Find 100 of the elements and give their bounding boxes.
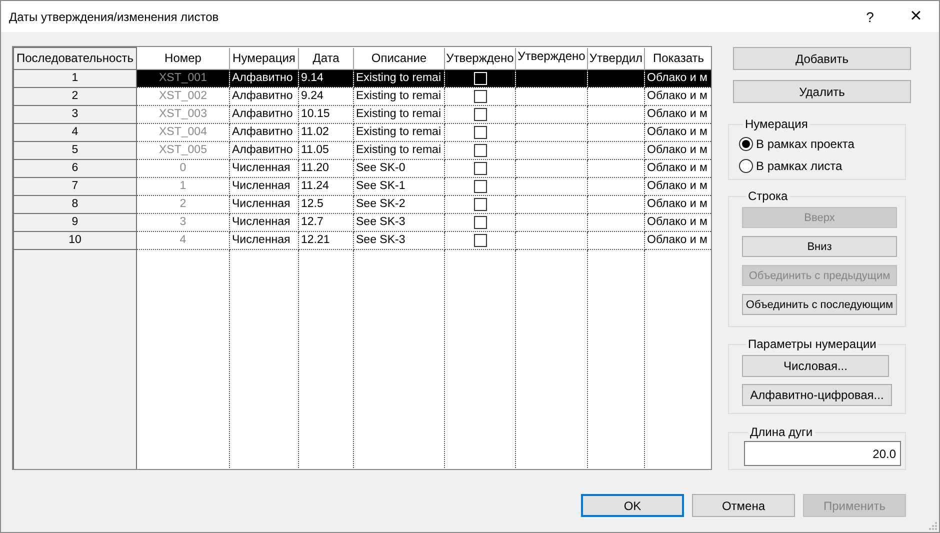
table-cell: Existing to remai <box>354 87 444 105</box>
radio-icon[interactable] <box>739 159 753 173</box>
table-cell: XST_001 <box>136 69 230 87</box>
table-cell: 11.20 <box>298 159 354 177</box>
table-cell: 12.5 <box>298 195 354 213</box>
table-cell: 3 <box>136 213 230 231</box>
numbering-button[interactable]: Числовая... <box>742 355 889 377</box>
group-label: Нумерация <box>744 117 809 131</box>
table-cell: Облако и м <box>644 177 711 195</box>
checkbox[interactable] <box>474 198 486 210</box>
table-cell: 1 <box>136 177 230 195</box>
table-cell: 9.24 <box>298 87 354 105</box>
group-label: Длина дуги <box>749 425 814 439</box>
radio-label: В рамках проекта <box>756 137 854 151</box>
column-header[interactable]: Утверждено <box>444 48 516 69</box>
row-header[interactable]: 7 <box>14 177 136 195</box>
column-header[interactable]: Утвердил <box>588 48 644 69</box>
table-cell: See SK-0 <box>354 159 444 177</box>
checkbox[interactable] <box>474 108 486 120</box>
table-cell: Алфавитно <box>230 123 298 141</box>
row-header[interactable]: 2 <box>14 87 136 105</box>
table-cell: Existing to remai <box>354 123 444 141</box>
table-cell: XST_002 <box>136 87 230 105</box>
radio-label: В рамках листа <box>756 159 842 173</box>
input-field[interactable]: 20.0 <box>744 441 901 466</box>
column-header[interactable]: Описание <box>354 48 444 69</box>
table-cell: See SK-1 <box>354 177 444 195</box>
column-header[interactable]: Дата <box>298 48 354 69</box>
dialog-button[interactable]: Отмена <box>692 494 795 517</box>
checkbox[interactable] <box>474 144 486 156</box>
row-header[interactable]: 8 <box>14 195 136 213</box>
table-cell: Облако и м <box>644 69 711 87</box>
help-button[interactable]: ? <box>847 1 893 32</box>
column-header[interactable]: Утверждено <box>516 48 588 69</box>
table-cell: Existing to remai <box>354 105 444 123</box>
table-cell: 11.24 <box>298 177 354 195</box>
window-title: Даты утверждения/изменения листов <box>8 10 220 24</box>
table-cell: Численная <box>230 177 298 195</box>
row-header[interactable]: 6 <box>14 159 136 177</box>
column-header[interactable]: Нумерация <box>230 48 298 69</box>
row-header[interactable]: 10 <box>14 231 136 249</box>
table-cell: XST_004 <box>136 123 230 141</box>
row-button[interactable]: Вниз <box>742 236 897 257</box>
table-cell: Облако и м <box>644 141 711 159</box>
checkbox[interactable] <box>474 162 486 174</box>
table-cell: Алфавитно <box>230 69 298 87</box>
row-header[interactable]: 5 <box>14 141 136 159</box>
table-cell: Алфавитно <box>230 87 298 105</box>
table-cell: 2 <box>136 195 230 213</box>
row-header[interactable]: 3 <box>14 105 136 123</box>
table-cell: Облако и м <box>644 195 711 213</box>
table-cell: Численная <box>230 213 298 231</box>
close-button[interactable]: × <box>893 1 939 32</box>
table-cell: See SK-2 <box>354 195 444 213</box>
table-cell: 11.05 <box>298 141 354 159</box>
radio-icon[interactable] <box>739 137 753 151</box>
table-cell: 12.7 <box>298 213 354 231</box>
column-header[interactable]: Номер <box>136 48 230 69</box>
table-cell: Облако и м <box>644 159 711 177</box>
group-label: Строка <box>747 189 789 203</box>
checkbox[interactable] <box>474 216 486 228</box>
table-cell: Облако и м <box>644 123 711 141</box>
table-cell: Existing to remai <box>354 141 444 159</box>
table-cell: XST_003 <box>136 105 230 123</box>
action-button[interactable]: Добавить <box>733 47 911 70</box>
table-cell: Алфавитно <box>230 141 298 159</box>
table-cell: Облако и м <box>644 231 711 249</box>
checkbox[interactable] <box>474 90 486 102</box>
column-header[interactable]: Последовательность <box>14 48 136 69</box>
table-cell: Облако и м <box>644 213 711 231</box>
table-cell: 9.14 <box>298 69 354 87</box>
dialog-button[interactable]: OK <box>581 494 684 517</box>
table-cell: See SK-3 <box>354 213 444 231</box>
table-cell: 0 <box>136 159 230 177</box>
table-cell: 11.02 <box>298 123 354 141</box>
radio-option[interactable]: В рамках проекта <box>739 133 905 155</box>
table-cell: See SK-3 <box>354 231 444 249</box>
table-cell: 4 <box>136 231 230 249</box>
checkbox[interactable] <box>474 126 486 138</box>
action-button[interactable]: Удалить <box>733 80 911 103</box>
numbering-button[interactable]: Алфавитно-цифровая... <box>742 384 892 406</box>
table-cell: Численная <box>230 231 298 249</box>
checkbox[interactable] <box>474 234 486 246</box>
checkbox[interactable] <box>474 180 486 192</box>
radio-option[interactable]: В рамках листа <box>739 155 905 177</box>
table-cell: Алфавитно <box>230 105 298 123</box>
table-cell: 10.15 <box>298 105 354 123</box>
row-button[interactable]: Объединить с последующим <box>742 294 897 315</box>
table-cell: Численная <box>230 195 298 213</box>
table-cell: XST_005 <box>136 141 230 159</box>
table-cell: Облако и м <box>644 105 711 123</box>
table-cell: Existing to remai <box>354 69 444 87</box>
group-label: Параметры нумерации <box>747 337 878 351</box>
row-header[interactable]: 1 <box>14 69 136 87</box>
column-header[interactable]: Показать <box>644 48 711 69</box>
table-cell: Численная <box>230 159 298 177</box>
table-cell: 12.21 <box>298 231 354 249</box>
row-header[interactable]: 9 <box>14 213 136 231</box>
row-header[interactable]: 4 <box>14 123 136 141</box>
resize-grip-icon[interactable] <box>927 520 937 530</box>
